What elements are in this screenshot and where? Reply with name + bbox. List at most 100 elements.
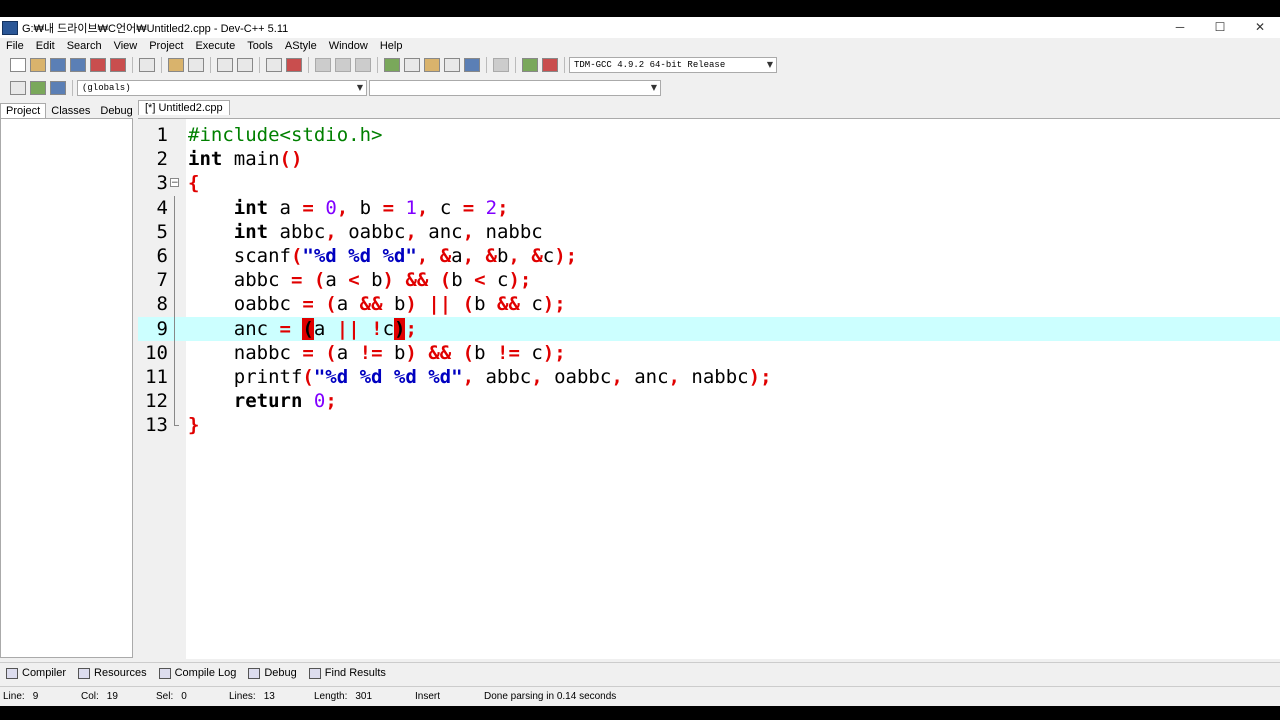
menu-window[interactable]: Window — [323, 40, 374, 52]
title-bar: G:₩내 드라이브₩C언어₩Untitled2.cpp - Dev-C++ 5.… — [0, 17, 1280, 38]
tab-compile-log[interactable]: Compile Log — [153, 667, 243, 679]
status-line-label: Line: — [3, 690, 25, 702]
code-token: anc — [416, 220, 463, 243]
scope-select[interactable]: (globals) ▼ — [77, 80, 367, 96]
menu-help[interactable]: Help — [374, 40, 409, 52]
code-line[interactable]: 5 int abbc, oabbc, anc, nabbc — [138, 219, 1280, 244]
unindent-icon[interactable] — [286, 58, 302, 72]
code-token: = — [302, 341, 314, 364]
replace-icon[interactable] — [237, 58, 253, 72]
code-token: ); — [508, 269, 532, 292]
rebuild-icon[interactable] — [444, 58, 460, 72]
check-syntax-icon[interactable] — [464, 58, 480, 72]
compiler-select[interactable]: TDM-GCC 4.9.2 64-bit Release ▼ — [569, 57, 777, 73]
find-icon[interactable] — [217, 58, 233, 72]
chart-icon[interactable] — [522, 58, 538, 72]
menu-search[interactable]: Search — [61, 40, 108, 52]
stop-icon[interactable] — [493, 58, 509, 72]
redo-icon[interactable] — [188, 58, 204, 72]
insert-icon[interactable] — [10, 81, 26, 95]
fold-collapse-icon[interactable]: − — [170, 178, 179, 188]
compiler-select-value: TDM-GCC 4.9.2 64-bit Release — [574, 60, 726, 70]
code-line[interactable]: 11 printf("%d %d %d %d", abbc, oabbc, an… — [138, 364, 1280, 390]
open-file-icon[interactable] — [30, 58, 46, 72]
compile-icon[interactable] — [384, 58, 400, 72]
run-icon[interactable] — [404, 58, 420, 72]
code-line[interactable]: 9 anc = (a || !c); — [138, 316, 1280, 341]
line-number: 1 — [156, 124, 168, 146]
menu-tools[interactable]: Tools — [241, 40, 279, 52]
tab-compiler[interactable]: Compiler — [0, 667, 72, 679]
save-all-icon[interactable] — [70, 58, 86, 72]
code-token: int — [188, 148, 223, 171]
code-token: nabbc — [188, 341, 303, 364]
scope-select-value: (globals) — [82, 83, 131, 93]
menu-file[interactable]: File — [0, 40, 30, 52]
code-token: != — [359, 341, 383, 364]
code-token: = — [462, 196, 475, 219]
code-token: ) — [394, 317, 406, 340]
profile-icon[interactable] — [542, 58, 558, 72]
code-token: 1 — [405, 196, 417, 219]
new-file-icon[interactable] — [10, 58, 26, 72]
tab-debug[interactable]: Debug — [95, 104, 137, 118]
code-line[interactable]: 1 #include<stdio.h> — [138, 123, 1280, 147]
code-token: abbc — [188, 269, 291, 292]
secondary-toolbar: (globals) ▼ ▼ — [0, 78, 1280, 98]
menu-astyle[interactable]: AStyle — [279, 40, 323, 52]
chevron-down-icon: ▼ — [356, 83, 363, 92]
code-line[interactable]: 6 scanf("%d %d %d", &a, &b, &c); — [138, 243, 1280, 269]
tab-classes[interactable]: Classes — [46, 104, 95, 118]
toolbar-separator — [486, 57, 487, 73]
bookmark-prev-icon[interactable] — [315, 58, 331, 72]
close-button[interactable]: ✕ — [1240, 17, 1280, 38]
code-token: nabbc — [679, 365, 749, 388]
bookmark-next-icon[interactable] — [335, 58, 351, 72]
code-line[interactable]: 4 int a = 0, b = 1, c = 2; — [138, 195, 1280, 220]
compile-run-icon[interactable] — [424, 58, 440, 72]
code-line[interactable]: 3−{ — [138, 171, 1280, 195]
print-icon[interactable] — [139, 58, 155, 72]
indent-icon[interactable] — [266, 58, 282, 72]
line-number: 6 — [156, 244, 168, 267]
code-text: abbc = (a < b) && (b < c); — [188, 268, 532, 292]
maximize-button[interactable]: ☐ — [1200, 17, 1240, 38]
tab-debug-output[interactable]: Debug — [242, 667, 302, 679]
tab-find-results-label: Find Results — [324, 667, 386, 679]
code-line[interactable]: 7 abbc = (a < b) && (b < c); — [138, 268, 1280, 293]
fold-guide — [174, 243, 175, 269]
code-token: , — [462, 220, 475, 243]
tab-resources[interactable]: Resources — [72, 667, 153, 679]
bookmark-icon[interactable] — [355, 58, 371, 72]
code-line[interactable]: 13} — [138, 413, 1280, 437]
toolbar-separator — [132, 57, 133, 73]
code-token: oabbc — [188, 293, 303, 316]
minimize-button[interactable]: ─ — [1160, 17, 1200, 38]
fold-guide — [174, 364, 175, 390]
code-line[interactable]: 10 nabbc = (a != b) && (b != c); — [138, 340, 1280, 365]
menu-edit[interactable]: Edit — [30, 40, 61, 52]
code-line[interactable]: 12 return 0; — [138, 389, 1280, 414]
close-file-icon[interactable] — [90, 58, 106, 72]
class-browser-icon[interactable] — [50, 81, 66, 95]
status-length: Length: 301 — [311, 691, 412, 702]
left-panel-tabs: Project Classes Debug — [0, 100, 138, 118]
member-select[interactable]: ▼ — [369, 80, 661, 96]
menu-view[interactable]: View — [108, 40, 144, 52]
menu-project[interactable]: Project — [143, 40, 189, 52]
goto-icon[interactable] — [30, 81, 46, 95]
menu-execute[interactable]: Execute — [189, 40, 241, 52]
tab-project[interactable]: Project — [0, 103, 47, 118]
code-token: "%d %d %d %d" — [313, 365, 463, 388]
tab-find-results[interactable]: Find Results — [303, 667, 392, 679]
close-all-icon[interactable] — [110, 58, 126, 72]
undo-icon[interactable] — [168, 58, 184, 72]
code-line[interactable]: 8 oabbc = (a && b) || (b && c); — [138, 292, 1280, 317]
code-editor[interactable]: 1 #include<stdio.h> 2 int main() 3−{4 int a … — [138, 118, 1280, 659]
code-token: < — [348, 269, 360, 292]
save-icon[interactable] — [50, 58, 66, 72]
code-line[interactable]: 2 int main() — [138, 147, 1280, 171]
tab-untitled2[interactable]: [*] Untitled2.cpp — [138, 100, 230, 115]
